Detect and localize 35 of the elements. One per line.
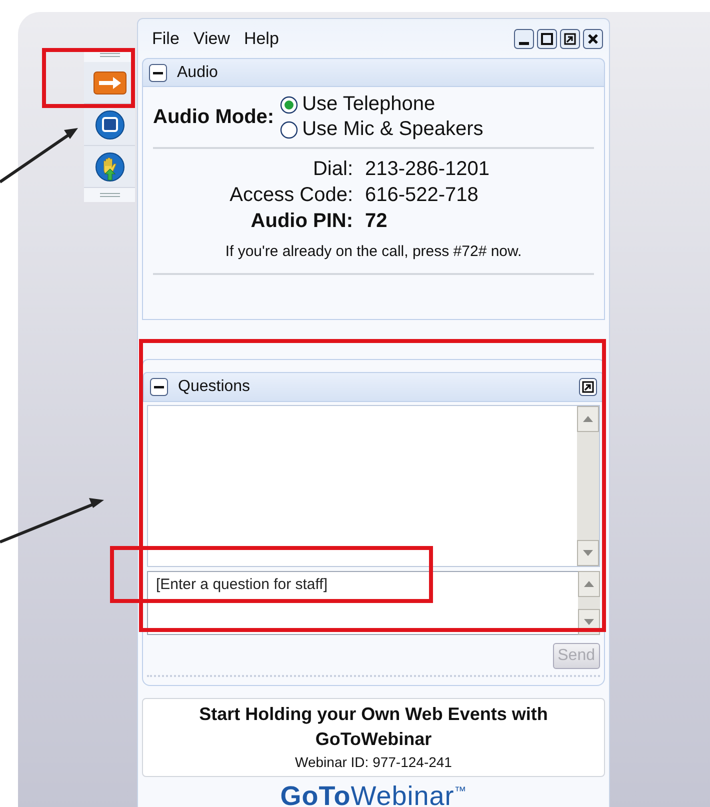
detail-label: Audio PIN: (250, 210, 353, 234)
call-note: If you're already on the call, press #72# now. (153, 233, 594, 276)
detail-value: 72 (365, 210, 388, 234)
grip-icon[interactable] (100, 193, 120, 197)
audio-mode-label: Audio Mode: (153, 106, 274, 129)
scrollbar[interactable] (577, 406, 599, 566)
detail-value: 616-522-718 (365, 184, 480, 208)
screen-icon (94, 110, 124, 140)
close-icon[interactable] (583, 28, 603, 49)
collapse-icon[interactable] (150, 378, 168, 396)
radio-option[interactable]: Use Mic & Speakers (280, 118, 484, 142)
restore-icon[interactable] (560, 28, 580, 49)
section-title: Questions (178, 378, 250, 396)
maximize-icon[interactable] (537, 28, 557, 49)
grip-icon[interactable] (100, 53, 120, 57)
scroll-up-icon[interactable] (577, 406, 599, 432)
promo-headline: Start Holding your Own Web Events with GoToWebinar (198, 703, 549, 752)
hand-icon (94, 152, 124, 182)
scroll-up-icon[interactable] (578, 571, 600, 598)
section-title: Audio (177, 64, 218, 82)
collapse-icon[interactable] (149, 64, 167, 82)
minimize-icon[interactable] (514, 28, 534, 49)
scroll-down-icon[interactable] (577, 540, 599, 566)
detail-label: Dial: (312, 158, 353, 182)
hand-button[interactable] (84, 146, 135, 188)
scrollbar[interactable] (578, 571, 600, 636)
webinar-id: Webinar ID: 977-124-241 (294, 753, 453, 772)
logo: GoToWebinar$^{™}$ (279, 780, 468, 807)
menu-item[interactable]: File (152, 28, 180, 49)
radio-option[interactable]: Use Telephone (280, 93, 484, 116)
detail-label: Access Code: (228, 184, 353, 208)
detail-value: 213-286-1201 (365, 158, 491, 182)
menu-item[interactable]: Help (244, 28, 279, 49)
menu-item[interactable]: View (193, 28, 230, 49)
popout-icon[interactable] (579, 378, 597, 396)
